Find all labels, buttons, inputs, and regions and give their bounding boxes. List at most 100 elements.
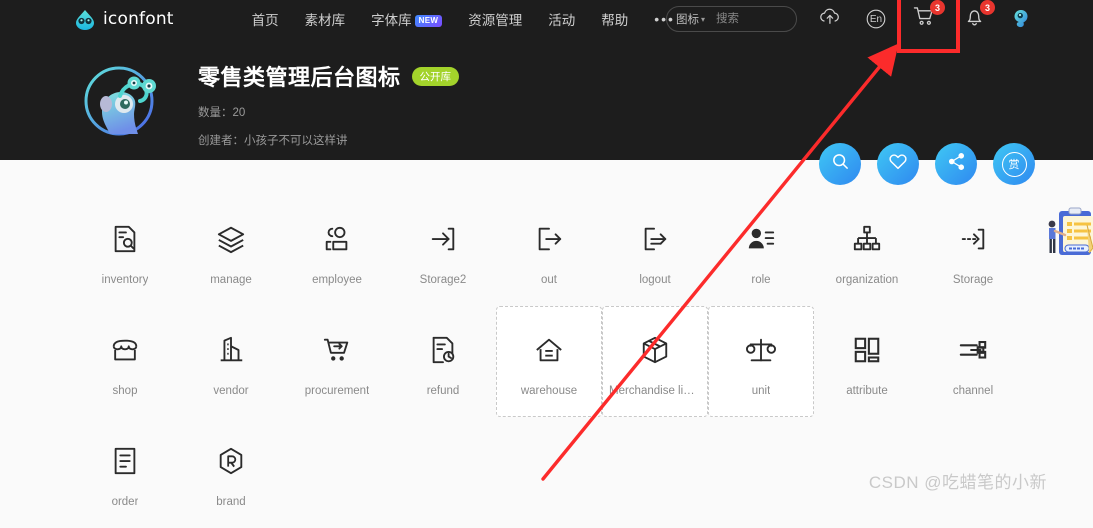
icon-cell-storage2[interactable]: Storage2	[390, 195, 496, 306]
document-lines-icon	[110, 438, 140, 484]
icon-label: procurement	[304, 384, 370, 397]
nav-label: 帮助	[601, 13, 629, 28]
icon-label: Storage2	[419, 273, 467, 286]
icon-label: role	[751, 273, 771, 286]
main-nav: 首页 素材库 字体库 NEW 资源管理 活动 帮助 •••	[252, 9, 675, 29]
reward-icon: 赏	[1001, 151, 1027, 177]
icon-label: out	[541, 273, 557, 286]
icon-label: manage	[210, 273, 252, 286]
icon-label: employee	[312, 273, 362, 286]
project-count-label: 数量：	[198, 107, 233, 119]
icon-cell-warehouse[interactable]: warehouse	[496, 306, 602, 417]
reward-button[interactable]: 赏	[993, 143, 1035, 185]
scales-icon	[746, 327, 776, 373]
project-avatar	[72, 46, 172, 146]
nav-label: 素材库	[304, 13, 346, 28]
collection-search-button[interactable]	[819, 143, 861, 185]
arrow-dashed-into-box-icon	[958, 216, 988, 262]
icon-cell-out[interactable]: out	[496, 195, 602, 306]
icon-label: channel	[952, 384, 994, 397]
icon-label: Storage	[952, 273, 994, 286]
icon-label: organization	[835, 273, 899, 286]
icon-cell-shop[interactable]: shop	[72, 306, 178, 417]
icon-label: vendor	[213, 384, 249, 397]
icon-cell-unit[interactable]: unit	[708, 306, 814, 417]
feedback-widget[interactable]	[1041, 207, 1093, 269]
icon-cell-merchandise-library[interactable]: Merchandise libr...	[602, 306, 708, 417]
floating-action-buttons: 赏	[819, 143, 1035, 185]
icon-cell-refund[interactable]: refund	[390, 306, 496, 417]
user-avatar[interactable]	[1009, 7, 1033, 31]
icon-label: warehouse	[520, 384, 578, 397]
nav-item-resource-management[interactable]: 资源管理	[468, 9, 522, 29]
search-box[interactable]: 图标 ▾	[666, 6, 797, 32]
project-author-label: 创建者：	[198, 135, 244, 147]
nav-item-material-library[interactable]: 素材库	[305, 9, 346, 29]
watermark: CSDN @吃蜡笔的小新	[868, 473, 1047, 492]
nav-item-activity[interactable]: 活动	[548, 9, 575, 29]
heart-icon	[888, 152, 908, 176]
search-input[interactable]	[709, 12, 796, 26]
project-info: 零售类管理后台图标 公开库 数量：20 创建者：小孩子不可以这样讲	[72, 46, 460, 148]
favorite-button[interactable]	[877, 143, 919, 185]
share-button[interactable]	[935, 143, 977, 185]
icon-cell-channel[interactable]: channel	[920, 306, 1026, 417]
box-icon	[640, 327, 670, 373]
chevron-down-icon: ▾	[701, 14, 706, 24]
language-switch-button[interactable]: En	[863, 6, 889, 32]
icon-label: inventory	[101, 273, 149, 286]
upload-button[interactable]	[817, 6, 843, 32]
nav-item-font-library[interactable]: 字体库 NEW	[371, 9, 443, 29]
icon-label: attribute	[846, 384, 888, 397]
icon-cell-logout[interactable]: logout	[602, 195, 708, 306]
icon-cell-employee[interactable]: employee	[284, 195, 390, 306]
page-title: 零售类管理后台图标	[198, 65, 401, 90]
icon-cell-vendor[interactable]: vendor	[178, 306, 284, 417]
icon-label: brand	[216, 495, 246, 508]
site-header: iconfont 首页 素材库 字体库 NEW 资源管理 活动 帮助 ••• 图…	[0, 0, 1093, 160]
share-icon	[947, 152, 966, 176]
visibility-badge: 公开库	[411, 66, 460, 86]
language-label: En	[869, 13, 883, 25]
layers-icon	[216, 216, 246, 262]
search-category-dropdown[interactable]: 图标 ▾	[667, 11, 709, 27]
icon-cell-order[interactable]: order	[72, 417, 178, 528]
icon-label: order	[111, 495, 139, 508]
storefront-icon	[110, 327, 140, 373]
icon-cell-brand[interactable]: brand	[178, 417, 284, 528]
search-icon	[831, 152, 850, 176]
icon-cell-storage[interactable]: Storage	[920, 195, 1026, 306]
house-icon	[534, 327, 564, 373]
new-badge: NEW	[414, 15, 443, 27]
project-count-value: 20	[232, 107, 246, 119]
cart-arrow-icon	[322, 327, 352, 373]
nav-label: 资源管理	[468, 13, 523, 28]
project-count: 数量：20	[198, 104, 459, 120]
icon-cell-inventory[interactable]: inventory	[72, 195, 178, 306]
nav-label: 首页	[251, 13, 279, 28]
icon-cell-manage[interactable]: manage	[178, 195, 284, 306]
nav-label: 字体库	[371, 13, 412, 28]
icon-cell-procurement[interactable]: procurement	[284, 306, 390, 417]
user-list-icon	[746, 216, 776, 262]
notifications-button[interactable]: 3	[961, 0, 995, 32]
building-icon	[216, 327, 246, 373]
search-category-label: 图标	[676, 14, 699, 26]
cloud-upload-icon	[819, 7, 842, 32]
org-chart-icon	[852, 216, 882, 262]
iconfont-logo[interactable]: iconfont	[72, 8, 174, 30]
notification-badge: 3	[980, 0, 995, 15]
nav-item-help[interactable]: 帮助	[601, 9, 628, 29]
icon-cell-attribute[interactable]: attribute	[814, 306, 920, 417]
cart-button[interactable]: 3	[911, 0, 945, 32]
cart-badge: 3	[930, 0, 945, 15]
nav-item-home[interactable]: 首页	[252, 9, 279, 29]
top-navigation-bar: iconfont 首页 素材库 字体库 NEW 资源管理 活动 帮助 ••• 图…	[0, 0, 1093, 38]
project-author: 创建者：小孩子不可以这样讲	[198, 132, 459, 148]
icon-cell-role[interactable]: role	[708, 195, 814, 306]
project-meta: 零售类管理后台图标 公开库 数量：20 创建者：小孩子不可以这样讲	[198, 46, 460, 148]
document-search-icon	[110, 216, 140, 262]
logout-icon	[640, 216, 670, 262]
document-refresh-icon	[428, 327, 458, 373]
icon-cell-organization[interactable]: organization	[814, 195, 920, 306]
